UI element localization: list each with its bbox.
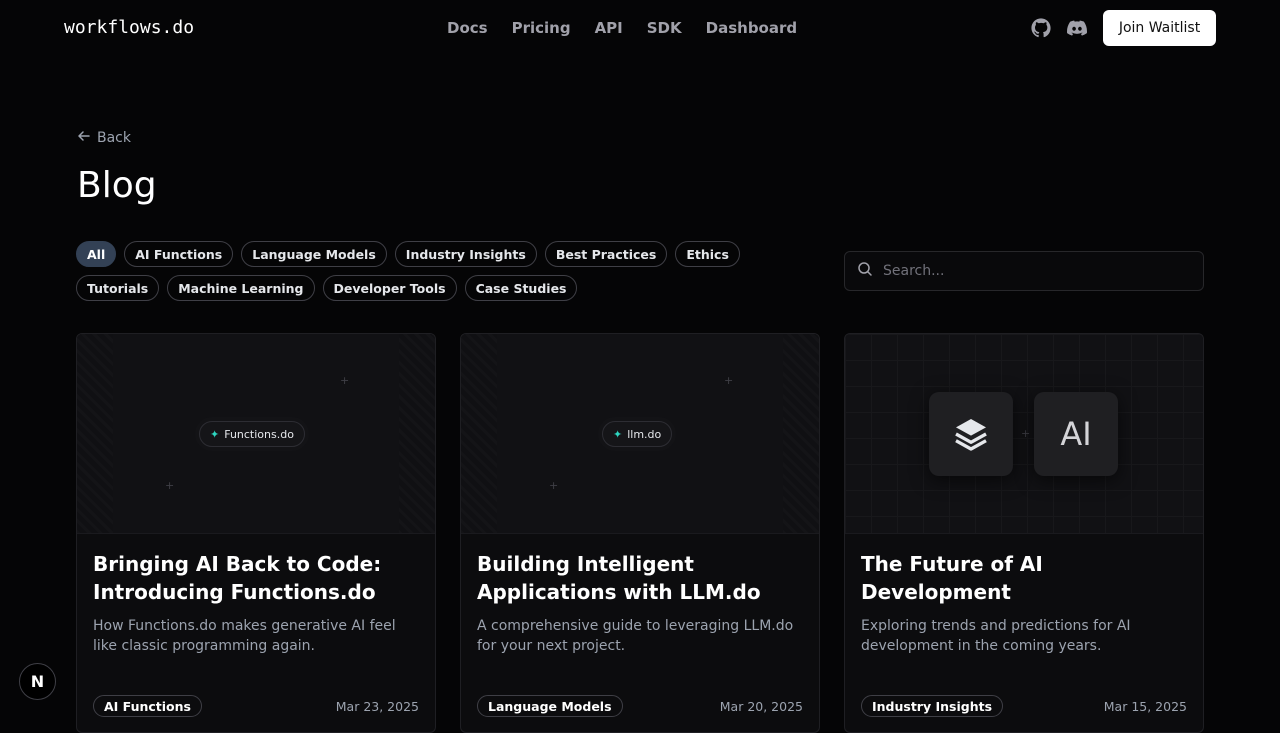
card-description: Exploring trends and predictions for AI … <box>861 618 1131 654</box>
category-filters: All AI Functions Language Models Industr… <box>76 241 816 301</box>
arrow-left-icon <box>77 129 91 147</box>
page-title: Blog <box>77 165 157 206</box>
product-badge: ✦ Functions.do <box>199 421 305 447</box>
blog-card[interactable]: + AI The Future of AI Development Explor… <box>844 333 1204 733</box>
filter-tutorials[interactable]: Tutorials <box>76 275 160 301</box>
filter-developer-tools[interactable]: Developer Tools <box>322 275 457 301</box>
card-date: Mar 15, 2025 <box>1103 698 1187 714</box>
card-title: The Future of AI Development <box>861 552 1043 604</box>
card-image: + AI <box>845 334 1203 534</box>
back-label: Back <box>97 130 131 146</box>
blog-card[interactable]: + + ✦ Functions.do Bringing AI Back to C… <box>76 333 436 733</box>
github-icon[interactable] <box>1031 18 1051 38</box>
plus-mark: + <box>165 479 175 492</box>
nav-link-pricing[interactable]: Pricing <box>512 19 571 37</box>
nav-link-api[interactable]: API <box>595 19 623 37</box>
plus-mark: + <box>549 479 559 492</box>
filter-industry-insights[interactable]: Industry Insights <box>394 241 537 267</box>
filter-ai-functions[interactable]: AI Functions <box>124 241 234 267</box>
ai-tile: AI <box>1034 392 1118 476</box>
sparkle-icon: ✦ <box>613 427 623 441</box>
filter-ethics[interactable]: Ethics <box>675 241 740 267</box>
layers-icon <box>929 392 1013 476</box>
plus-mark: + <box>724 374 734 387</box>
search-input[interactable] <box>883 263 1183 279</box>
nav-link-docs[interactable]: Docs <box>447 19 488 37</box>
site-logo[interactable]: workflows.do <box>64 17 194 38</box>
back-link[interactable]: Back <box>77 129 131 147</box>
filter-language-models[interactable]: Language Models <box>241 241 387 267</box>
card-image: + + ✦ llm.do <box>461 334 819 534</box>
top-nav: workflows.do Docs Pricing API SDK Dashbo… <box>0 0 1280 56</box>
nav-link-dashboard[interactable]: Dashboard <box>706 19 797 37</box>
plus-mark: + <box>340 374 350 387</box>
filter-best-practices[interactable]: Best Practices <box>544 241 668 267</box>
filter-case-studies[interactable]: Case Studies <box>464 275 578 301</box>
card-title: Bringing AI Back to Code: Introducing Fu… <box>93 552 382 604</box>
card-category-tag: Language Models <box>477 695 623 717</box>
filter-machine-learning[interactable]: Machine Learning <box>167 275 315 301</box>
join-waitlist-button[interactable]: Join Waitlist <box>1103 10 1216 46</box>
sparkle-icon: ✦ <box>210 427 220 441</box>
plus-mark: + <box>1021 427 1031 440</box>
search-box <box>844 251 1204 291</box>
card-image: + + ✦ Functions.do <box>77 334 435 534</box>
card-category-tag: Industry Insights <box>861 695 1004 717</box>
nav-links: Docs Pricing API SDK Dashboard <box>447 19 797 37</box>
card-title: Building Intelligent Applications with L… <box>477 552 761 604</box>
discord-icon[interactable] <box>1067 18 1088 38</box>
product-badge: ✦ llm.do <box>602 421 673 447</box>
card-description: How Functions.do makes generative AI fee… <box>93 618 396 654</box>
search-icon <box>857 261 873 281</box>
filter-all[interactable]: All <box>76 241 117 267</box>
card-date: Mar 20, 2025 <box>719 698 803 714</box>
nextjs-dev-badge[interactable]: N <box>19 663 56 700</box>
card-date: Mar 23, 2025 <box>335 698 419 714</box>
blog-card[interactable]: + + ✦ llm.do Building Intelligent Applic… <box>460 333 820 733</box>
card-description: A comprehensive guide to leveraging LLM.… <box>477 618 794 654</box>
nav-link-sdk[interactable]: SDK <box>647 19 682 37</box>
card-category-tag: AI Functions <box>93 695 202 717</box>
